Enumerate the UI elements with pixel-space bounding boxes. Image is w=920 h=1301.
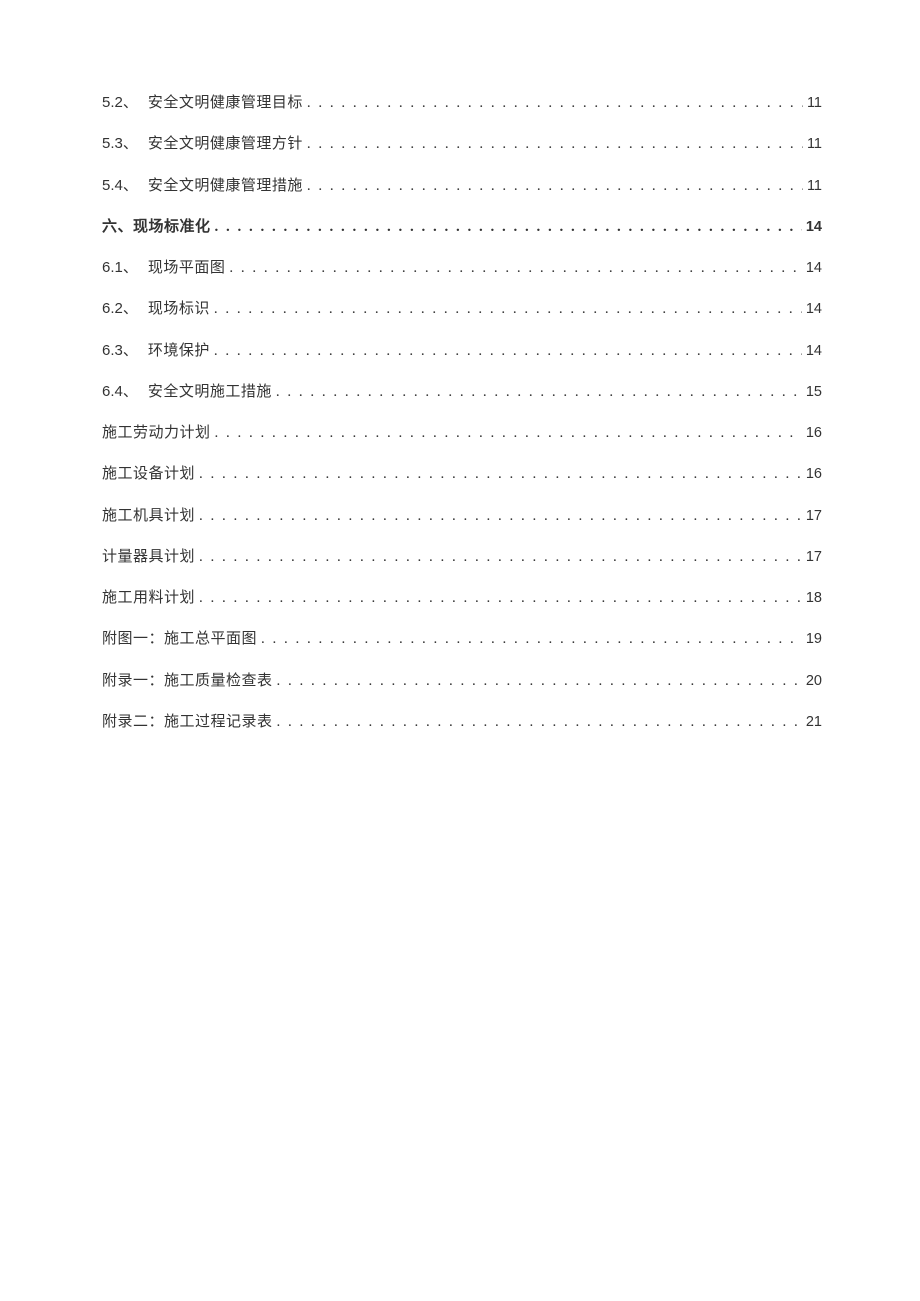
toc-entry-title: 六、现场标准化 (102, 216, 211, 239)
toc-entry-title: 施工设备计划 (102, 463, 195, 486)
toc-leader-dots (261, 628, 802, 651)
toc-entry-page: 14 (806, 258, 822, 280)
toc-entry-title: 现场平面图 (148, 257, 226, 280)
toc-entry-title: 现场标识 (148, 298, 210, 321)
toc-entry-number: 5.3、 (102, 133, 138, 156)
toc-entry-title: 安全文明施工措施 (148, 381, 272, 404)
toc-leader-dots (277, 711, 802, 734)
toc-leader-dots (199, 505, 802, 528)
toc-entry-page: 21 (806, 712, 822, 734)
toc-entry-title: 施工用料计划 (102, 587, 195, 610)
toc-entry-page: 14 (806, 341, 822, 363)
toc-entry-number: 6.2、 (102, 298, 138, 321)
toc-entry-number: 6.4、 (102, 381, 138, 404)
toc-entry-page: 11 (807, 176, 822, 198)
toc-leader-dots (277, 670, 802, 693)
toc-entry: 5.4、安全文明健康管理措施 11 (102, 175, 822, 198)
toc-leader-dots (199, 546, 802, 569)
toc-leader-dots (214, 340, 802, 363)
toc-leader-dots (276, 381, 802, 404)
toc-entry-title: 附图一：施工总平面图 (102, 628, 257, 651)
toc-entry: 附录二：施工过程记录表 21 (102, 711, 822, 734)
toc-entry: 6.4、安全文明施工措施 15 (102, 381, 822, 404)
toc-entry-number: 5.4、 (102, 175, 138, 198)
toc-entry-page: 16 (806, 464, 822, 486)
toc-entry: 六、现场标准化 14 (102, 216, 822, 239)
toc-entry-title: 安全文明健康管理目标 (148, 92, 303, 115)
toc-entry-title: 环境保护 (148, 340, 210, 363)
toc-entry-page: 16 (806, 423, 822, 445)
toc-leader-dots (307, 133, 803, 156)
toc-entry: 6.3、环境保护 14 (102, 340, 822, 363)
toc-entry-title: 附录一：施工质量检查表 (102, 670, 273, 693)
toc-entry-number: 5.2、 (102, 92, 138, 115)
toc-entry-page: 11 (807, 134, 822, 156)
toc-leader-dots (307, 175, 803, 198)
toc-entry-number: 6.3、 (102, 340, 138, 363)
toc-entry-page: 19 (806, 629, 822, 651)
toc-entry: 5.3、安全文明健康管理方针 11 (102, 133, 822, 156)
table-of-contents: 5.2、安全文明健康管理目标115.3、安全文明健康管理方针115.4、安全文明… (102, 92, 822, 734)
toc-entry-page: 14 (806, 299, 822, 321)
toc-entry-title: 安全文明健康管理措施 (148, 175, 303, 198)
toc-leader-dots (199, 587, 802, 610)
toc-entry-title: 施工劳动力计划 (102, 422, 211, 445)
toc-entry: 附图一：施工总平面图 19 (102, 628, 822, 651)
toc-entry: 施工用料计划 18 (102, 587, 822, 610)
toc-entry-title: 施工机具计划 (102, 505, 195, 528)
toc-entry-page: 18 (806, 588, 822, 610)
toc-entry-page: 14 (806, 217, 822, 239)
toc-entry-title: 附录二：施工过程记录表 (102, 711, 273, 734)
toc-entry: 计量器具计划 17 (102, 546, 822, 569)
toc-entry-title: 安全文明健康管理方针 (148, 133, 303, 156)
toc-entry-number: 6.1、 (102, 257, 138, 280)
toc-entry: 施工劳动力计划 16 (102, 422, 822, 445)
toc-leader-dots (214, 298, 802, 321)
toc-entry-page: 20 (806, 671, 822, 693)
toc-entry-page: 15 (806, 382, 822, 404)
toc-entry: 施工机具计划 17 (102, 505, 822, 528)
toc-leader-dots (199, 463, 802, 486)
toc-entry: 施工设备计划 16 (102, 463, 822, 486)
toc-entry-title: 计量器具计划 (102, 546, 195, 569)
toc-entry: 附录一：施工质量检查表 20 (102, 670, 822, 693)
toc-leader-dots (229, 257, 801, 280)
toc-entry: 6.1、现场平面图 14 (102, 257, 822, 280)
toc-entry-page: 11 (807, 93, 822, 115)
toc-leader-dots (307, 92, 803, 115)
toc-entry: 6.2、现场标识 14 (102, 298, 822, 321)
toc-entry: 5.2、安全文明健康管理目标 11 (102, 92, 822, 115)
toc-entry-page: 17 (806, 547, 822, 569)
toc-leader-dots (215, 422, 802, 445)
toc-entry-page: 17 (806, 506, 822, 528)
toc-leader-dots (215, 216, 802, 239)
